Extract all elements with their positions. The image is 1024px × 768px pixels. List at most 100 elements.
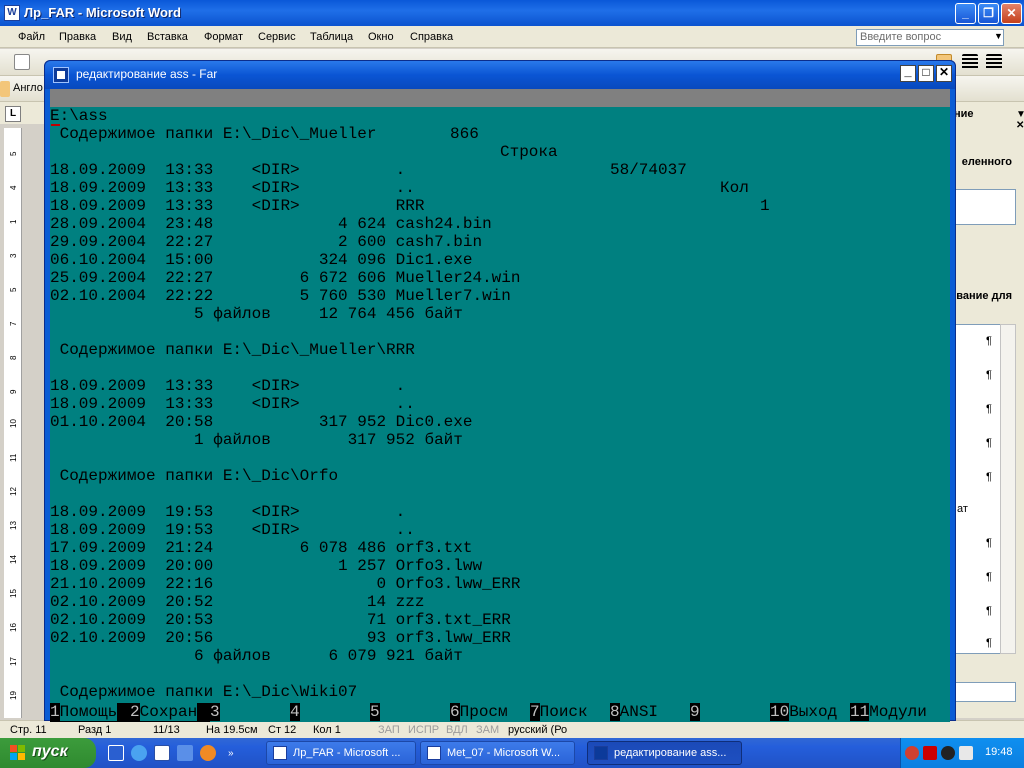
close-icon[interactable]: ✕ bbox=[1001, 3, 1022, 24]
firefox-icon[interactable] bbox=[200, 745, 216, 761]
ruler-number: 9 bbox=[9, 389, 18, 394]
editor-line: 18.09.2009 13:33 <DIR> .. bbox=[50, 179, 415, 197]
menu-format[interactable]: Формат bbox=[204, 31, 243, 43]
editor-line: 02.10.2009 20:56 93 orf3.lww_ERR bbox=[50, 629, 511, 647]
start-button[interactable]: пуск bbox=[0, 738, 96, 768]
chevron-right-icon[interactable]: » bbox=[228, 748, 238, 759]
far-title-bar: редактирование ass - Far _ □ ✕ bbox=[45, 61, 955, 89]
menu-edit[interactable]: Правка bbox=[59, 31, 96, 43]
status-ext[interactable]: ВДЛ bbox=[446, 724, 468, 736]
menu-file[interactable]: Файл bbox=[18, 31, 45, 43]
taskbar: пуск » Лр_FAR - Microsoft ... Met_07 - M… bbox=[0, 738, 1024, 768]
ask-question-input[interactable]: Введите вопрос bbox=[856, 29, 1004, 46]
menu-tools[interactable]: Сервис bbox=[258, 31, 296, 43]
f8-ansi-key[interactable]: 8ANSI bbox=[610, 703, 690, 722]
menu-help[interactable]: Справка bbox=[410, 31, 453, 43]
task-title: Лр_FAR - Microsoft ... bbox=[293, 747, 401, 759]
style-field[interactable]: Англо bbox=[13, 82, 43, 94]
f6-view-key[interactable]: 6Просм bbox=[450, 703, 530, 722]
ruler-number: 5 bbox=[9, 287, 18, 292]
task-pane-menu-icon[interactable]: ▼ ✕ bbox=[1016, 109, 1024, 131]
pilcrow-icon: ¶ bbox=[986, 571, 992, 583]
antivirus-icon[interactable] bbox=[923, 746, 937, 760]
editor-line: 21.10.2009 22:16 0 Orfo3.lww_ERR bbox=[50, 575, 521, 593]
language-icon[interactable] bbox=[959, 746, 973, 760]
menu-table[interactable]: Таблица bbox=[310, 31, 353, 43]
f2-save-key[interactable]: 2Сохран bbox=[130, 703, 198, 722]
task-pane-selected-box[interactable] bbox=[954, 189, 1016, 225]
editor-line: 18.09.2009 19:53 <DIR> . bbox=[50, 503, 406, 521]
status-at: На 19.5см bbox=[206, 724, 258, 736]
ruler-number: 10 bbox=[9, 419, 18, 428]
f9-key[interactable]: 9 bbox=[690, 703, 770, 722]
editor-line: 1 файлов 317 952 байт bbox=[50, 431, 463, 449]
close-icon[interactable]: ✕ bbox=[936, 65, 952, 82]
ruler-number: 11 bbox=[9, 453, 18, 462]
editor-line: 18.09.2009 19:53 <DIR> .. bbox=[50, 521, 415, 539]
tab-stop-selector[interactable]: L bbox=[5, 106, 21, 122]
status-col: Кол 1 bbox=[313, 724, 341, 736]
word-doc-icon bbox=[273, 746, 287, 760]
f4-key[interactable]: 4 bbox=[290, 703, 370, 722]
task-pane-list[interactable]: ¶ ¶ ¶ ¶ ¶ ат ¶ ¶ ¶ ¶ bbox=[954, 324, 1001, 654]
show-desktop-icon[interactable] bbox=[108, 745, 124, 761]
pilcrow-icon: ¶ bbox=[986, 471, 992, 483]
chevron-down-icon[interactable]: ▼ bbox=[994, 31, 1003, 41]
explorer-quicklaunch-icon[interactable] bbox=[177, 745, 193, 761]
f1-help-key[interactable]: 1Помощь bbox=[50, 703, 118, 722]
pilcrow-icon: ¶ bbox=[986, 335, 992, 347]
taskbar-item-word-lr[interactable]: Лр_FAR - Microsoft ... bbox=[266, 741, 416, 765]
clock: 19:48 bbox=[985, 746, 1013, 758]
internet-explorer-icon[interactable] bbox=[131, 745, 147, 761]
menu-view[interactable]: Вид bbox=[112, 31, 132, 43]
f3-key[interactable]: 3 bbox=[210, 703, 290, 722]
far-editor-console[interactable]: E:\ass 866 Строка 58/74037 Кол 1 Содержи… bbox=[50, 89, 950, 722]
f5-key[interactable]: 5 bbox=[370, 703, 450, 722]
status-trk[interactable]: ИСПР bbox=[408, 724, 439, 736]
far-app-icon[interactable] bbox=[53, 67, 69, 83]
justify-icon[interactable] bbox=[986, 54, 1002, 70]
status-section: Разд 1 bbox=[78, 724, 112, 736]
menu-insert[interactable]: Вставка bbox=[147, 31, 188, 43]
ruler-number: 19 bbox=[9, 691, 18, 700]
status-ovr[interactable]: ЗАМ bbox=[476, 724, 499, 736]
editor-line: Содержимое папки E:\_Dic\Wiki07 bbox=[50, 683, 358, 701]
editor-line: 5 файлов 12 764 456 байт bbox=[50, 305, 463, 323]
editor-line: 18.09.2009 20:00 1 257 Orfo3.lww bbox=[50, 557, 483, 575]
editor-line: 02.10.2004 22:22 5 760 530 Mueller7.win bbox=[50, 287, 511, 305]
status-language: русский (Ро bbox=[508, 724, 568, 736]
pilcrow-icon: ¶ bbox=[986, 605, 992, 617]
ruler-number: 8 bbox=[9, 355, 18, 360]
minimize-icon[interactable]: _ bbox=[955, 3, 976, 24]
word-quicklaunch-icon[interactable] bbox=[154, 745, 170, 761]
task-pane-dropdown[interactable] bbox=[954, 682, 1016, 702]
task-pane-title: ние bbox=[954, 108, 974, 120]
tray-collapse-icon[interactable] bbox=[905, 746, 919, 760]
minimize-icon[interactable]: _ bbox=[900, 65, 916, 82]
menu-window[interactable]: Окно bbox=[368, 31, 394, 43]
taskbar-item-far[interactable]: редактирование ass... bbox=[587, 741, 742, 765]
editor-line: 18.09.2009 13:33 <DIR> RRR bbox=[50, 197, 425, 215]
task-pane-scrollbar[interactable] bbox=[1000, 324, 1016, 654]
f7-search-key[interactable]: 7Поиск bbox=[530, 703, 610, 722]
pilcrow-icon: ¶ bbox=[986, 403, 992, 415]
status-rec[interactable]: ЗАП bbox=[378, 724, 400, 736]
maximize-icon[interactable]: □ bbox=[918, 65, 934, 82]
f10-exit-key[interactable]: 10Выход bbox=[770, 703, 850, 722]
align-right-icon[interactable] bbox=[962, 54, 978, 70]
ruler-number: 12 bbox=[9, 487, 18, 496]
word-app-icon[interactable]: W bbox=[4, 5, 20, 21]
new-document-icon[interactable] bbox=[14, 54, 30, 70]
editor-line: 18.09.2009 13:33 <DIR> .. bbox=[50, 395, 415, 413]
editor-line: 02.10.2009 20:52 14 zzz bbox=[50, 593, 425, 611]
f11-plugins-key[interactable]: 11Модули bbox=[850, 703, 950, 722]
editor-line: 06.10.2004 15:00 324 096 Dic1.exe bbox=[50, 251, 473, 269]
editor-line: Содержимое папки E:\_Dic\Orfo bbox=[50, 467, 339, 485]
taskbar-item-word-met[interactable]: Met_07 - Microsoft W... bbox=[420, 741, 575, 765]
word-window-title: Лр_FAR - Microsoft Word bbox=[24, 5, 181, 20]
windows-logo-icon bbox=[10, 745, 26, 761]
tray-app-icon[interactable] bbox=[941, 746, 955, 760]
word-menu-bar: Файл Правка Вид Вставка Формат Сервис Та… bbox=[0, 26, 1024, 48]
restore-icon[interactable]: ❐ bbox=[978, 3, 999, 24]
